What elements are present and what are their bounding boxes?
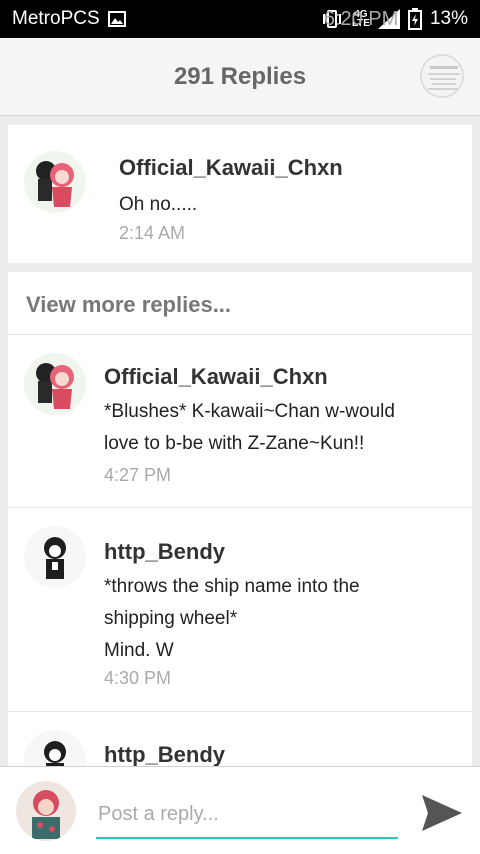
reply-username[interactable]: Official_Kawaii_Chxn xyxy=(104,364,328,390)
send-button[interactable] xyxy=(420,791,464,835)
parent-comment-card: Official_Kawaii_Chxn Oh no..... 2:14 AM xyxy=(8,125,472,263)
comment-text: Oh no..... xyxy=(119,194,198,215)
battery-icon xyxy=(407,8,422,30)
status-left: MetroPCS xyxy=(12,8,126,30)
post-thumbnail[interactable] xyxy=(420,54,464,98)
reply-username[interactable]: http_Bendy xyxy=(104,742,225,768)
reply-item: Official_Kawaii_Chxn *Blushes* K-kawaii~… xyxy=(8,335,472,508)
view-more-replies-button[interactable]: View more replies... xyxy=(8,272,472,335)
image-notification-icon xyxy=(107,11,126,27)
reply-text: *throws the ship name into the shipping … xyxy=(104,576,360,661)
reply-item: http_Bendy xyxy=(8,712,472,772)
send-icon xyxy=(422,795,462,831)
comment-username[interactable]: Official_Kawaii_Chxn xyxy=(119,155,343,181)
avatar[interactable] xyxy=(24,151,86,213)
reply-text: *Blushes* K-kawaii~Chan w-would love to … xyxy=(104,401,395,454)
reply-item: http_Bendy *throws the ship name into th… xyxy=(8,508,472,712)
current-user-avatar[interactable] xyxy=(16,781,76,841)
reply-timestamp: 4:30 PM xyxy=(104,668,172,688)
status-right: 4G LTE 13% 6:20 PM xyxy=(320,8,468,30)
comment-timestamp: 2:14 AM xyxy=(119,223,186,243)
status-bar: MetroPCS 4G LTE 13% 6:20 PM xyxy=(0,0,480,38)
page-title: 291 Replies xyxy=(173,62,307,90)
carrier-label: MetroPCS xyxy=(12,8,100,29)
reply-timestamp: 4:27 PM xyxy=(104,465,172,485)
reply-input[interactable] xyxy=(96,791,398,839)
replies-card: View more replies... Official_Kawaii_Chx… xyxy=(8,272,472,772)
reply-composer xyxy=(0,766,480,854)
view-more-label: View more replies... xyxy=(26,292,232,317)
battery-percent: 13% xyxy=(429,8,468,29)
reply-username[interactable]: http_Bendy xyxy=(104,539,225,565)
avatar[interactable] xyxy=(24,526,86,588)
avatar[interactable] xyxy=(24,353,86,415)
header: 291 Replies xyxy=(0,38,480,116)
clock: 6:20 PM xyxy=(323,7,399,30)
